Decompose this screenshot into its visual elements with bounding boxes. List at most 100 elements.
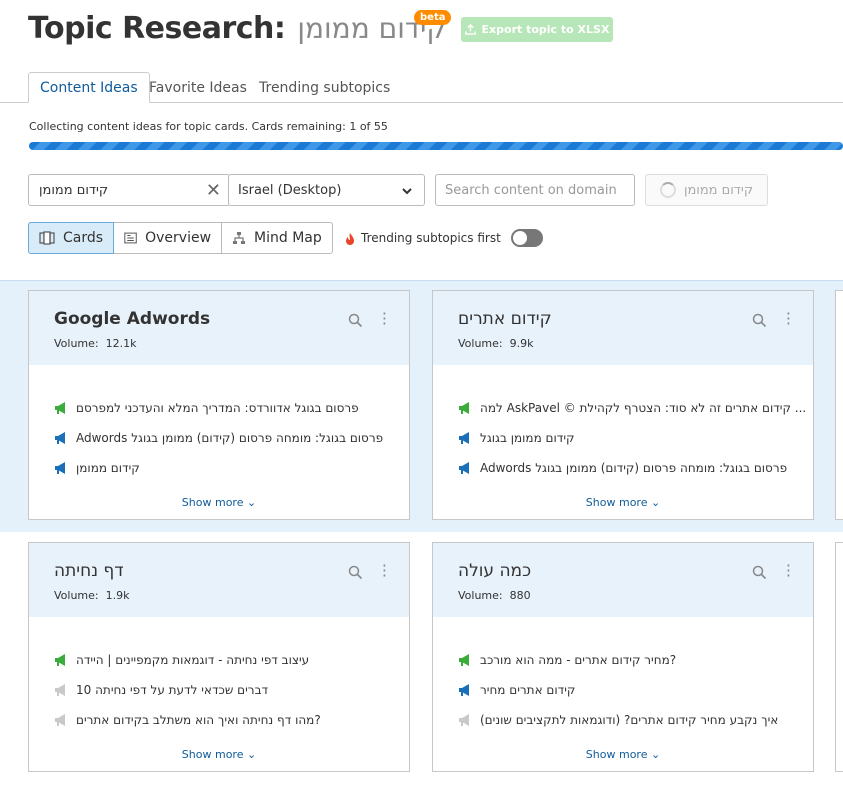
- headline-text: Adwords פרסום בגוגל: מומחה פרסום (קידום)…: [480, 461, 788, 475]
- headline-item[interactable]: קידום ממומן: [54, 453, 409, 483]
- headline-text: Adwords פרסום בגוגל: מומחה פרסום (קידום)…: [76, 431, 384, 445]
- chevron-down-icon: [402, 188, 412, 195]
- more-menu-icon[interactable]: · · ·: [786, 558, 791, 584]
- megaphone-green-icon: [459, 402, 469, 414]
- view-switcher: Cards Overview Mind Map: [28, 222, 333, 254]
- topic-card: דף נחיתה Volume: 1.9k · · · עיצוב דפי נחית…: [28, 542, 410, 772]
- get-content-ideas-button[interactable]: קידום ממומן: [645, 174, 768, 206]
- page-title: Topic Research:: [28, 10, 286, 46]
- more-menu-icon[interactable]: · · ·: [382, 558, 387, 584]
- megaphone-blue-icon: [459, 684, 469, 696]
- page-header: Topic Research: קידום ממומן: [28, 8, 446, 48]
- headline-item[interactable]: קידום ממומן בגוגל: [458, 423, 813, 453]
- megaphone-gray-icon: [459, 714, 469, 726]
- overview-icon: [124, 232, 137, 244]
- show-more-link[interactable]: Show more ⌄: [29, 496, 409, 509]
- search-icon[interactable]: [348, 313, 363, 328]
- card-volume: Volume: 1.9k: [54, 589, 409, 602]
- trending-toggle[interactable]: [510, 229, 543, 247]
- megaphone-green-icon: [55, 654, 65, 666]
- headline-text: קידום ממומן: [76, 461, 140, 475]
- topic-card-partial: [835, 290, 843, 520]
- headline-item[interactable]: Adwords פרסום בגוגל: מומחה פרסום (קידום)…: [458, 453, 813, 483]
- card-headlines: פרסום בגוגל אדוורדס: המדריך המלא והעדכני…: [29, 365, 409, 483]
- topic-card: Google Adwords Volume: 12.1k · · · פרסום ב…: [28, 290, 410, 520]
- export-label: Export topic to XLSX: [481, 23, 610, 36]
- headline-item[interactable]: פרסום בגוגל אדוורדס: המדריך המלא והעדכני…: [54, 393, 409, 423]
- view-overview-button[interactable]: Overview: [114, 222, 223, 254]
- topic-card: קידום אתרים Volume: 9.9k · · · למה AskPave…: [432, 290, 814, 520]
- topic-input-value: קידום ממומן: [39, 182, 109, 198]
- headline-item[interactable]: עיצוב דפי נחיתה - דוגמאות מקמפיינים | הי…: [54, 645, 409, 675]
- topic-card-partial: [835, 542, 843, 772]
- volume-label: Volume:: [458, 589, 503, 602]
- megaphone-green-icon: [55, 402, 65, 414]
- card-header: Google Adwords Volume: 12.1k · · ·: [29, 291, 409, 365]
- chevron-down-icon: ⌄: [246, 496, 257, 509]
- cards-icon: [39, 231, 55, 245]
- fire-icon: [346, 232, 354, 245]
- megaphone-blue-icon: [459, 462, 469, 474]
- show-more-link[interactable]: Show more ⌄: [29, 748, 409, 761]
- view-mindmap-button[interactable]: Mind Map: [222, 222, 333, 254]
- headline-text: מחיר קידום אתרים - ממה הוא מורכב?: [480, 653, 677, 667]
- headline-text: מהו דף נחיתה ואיך הוא משתלב בקידום אתרים…: [76, 713, 321, 727]
- megaphone-green-icon: [459, 654, 469, 666]
- show-more-link[interactable]: Show more ⌄: [433, 748, 813, 761]
- card-volume: Volume: 880: [458, 589, 813, 602]
- more-menu-icon[interactable]: · · ·: [382, 306, 387, 332]
- beta-badge: beta: [414, 10, 452, 25]
- headline-item[interactable]: קידום אתרים מחיר: [458, 675, 813, 705]
- show-more-label: Show more: [181, 748, 244, 761]
- view-cards-label: Cards: [63, 230, 104, 246]
- chevron-down-icon: ⌄: [650, 748, 661, 761]
- mindmap-icon: [233, 232, 246, 244]
- card-headlines: למה AskPavel © קידום אתרים זה לא סוד: הצ…: [433, 365, 813, 483]
- view-overview-label: Overview: [145, 230, 212, 246]
- card-header: קידום אתרים Volume: 9.9k · · ·: [433, 291, 813, 365]
- tab-trending-subtopics[interactable]: Trending subtopics: [248, 72, 401, 103]
- headline-item[interactable]: איך נקבע מחיר קידום אתרים? (ודוגמאות לתק…: [458, 705, 813, 735]
- headline-text: פרסום בגוגל אדוורדס: המדריך המלא והעדכני…: [76, 401, 359, 415]
- headline-text: עיצוב דפי נחיתה - דוגמאות מקמפיינים | הי…: [76, 653, 310, 667]
- headline-text: למה AskPavel © קידום אתרים זה לא סוד: הצ…: [480, 401, 807, 415]
- megaphone-blue-icon: [55, 462, 65, 474]
- chevron-down-icon: ⌄: [650, 496, 661, 509]
- card-volume: Volume: 9.9k: [458, 337, 813, 350]
- search-icon[interactable]: [348, 565, 363, 580]
- show-more-link[interactable]: Show more ⌄: [433, 496, 813, 509]
- volume-value: 12.1k: [105, 337, 137, 350]
- megaphone-gray-icon: [55, 684, 65, 696]
- headline-item[interactable]: Adwords פרסום בגוגל: מומחה פרסום (קידום)…: [54, 423, 409, 453]
- volume-label: Volume:: [54, 337, 99, 350]
- volume-label: Volume:: [54, 589, 99, 602]
- search-icon[interactable]: [752, 565, 767, 580]
- headline-item[interactable]: מחיר קידום אתרים - ממה הוא מורכב?: [458, 645, 813, 675]
- headline-item[interactable]: 10 דברים שכדאי לדעת על דפי נחיתה: [54, 675, 409, 705]
- trending-label: Trending subtopics first: [361, 231, 501, 245]
- headline-item[interactable]: מהו דף נחיתה ואיך הוא משתלב בקידום אתרים…: [54, 705, 409, 735]
- country-select[interactable]: Israel (Desktop): [228, 174, 425, 206]
- volume-value: 9.9k: [509, 337, 534, 350]
- headline-text: 10 דברים שכדאי לדעת על דפי נחיתה: [76, 683, 269, 697]
- headline-text: קידום ממומן בגוגל: [480, 431, 575, 445]
- chevron-down-icon: ⌄: [246, 748, 257, 761]
- megaphone-blue-icon: [55, 432, 65, 444]
- show-more-label: Show more: [181, 496, 244, 509]
- tab-content-ideas[interactable]: Content Ideas: [28, 72, 150, 103]
- clear-icon[interactable]: ✕: [206, 180, 221, 201]
- tab-favorite-ideas[interactable]: Favorite Ideas: [138, 72, 258, 103]
- tab-bar: Content Ideas Favorite Ideas Trending su…: [0, 72, 843, 103]
- search-icon[interactable]: [752, 313, 767, 328]
- card-headlines: עיצוב דפי נחיתה - דוגמאות מקמפיינים | הי…: [29, 617, 409, 735]
- topic-input[interactable]: קידום ממומן ✕: [28, 174, 230, 206]
- loading-spinner-icon: [659, 182, 676, 198]
- export-xlsx-button[interactable]: Export topic to XLSX: [461, 17, 613, 42]
- more-menu-icon[interactable]: · · ·: [786, 306, 791, 332]
- progress-bar: [29, 142, 843, 150]
- domain-search-input[interactable]: Search content on domain: [435, 174, 635, 206]
- card-volume: Volume: 12.1k: [54, 337, 409, 350]
- show-more-label: Show more: [585, 748, 648, 761]
- headline-item[interactable]: למה AskPavel © קידום אתרים זה לא סוד: הצ…: [458, 393, 813, 423]
- view-cards-button[interactable]: Cards: [28, 222, 115, 254]
